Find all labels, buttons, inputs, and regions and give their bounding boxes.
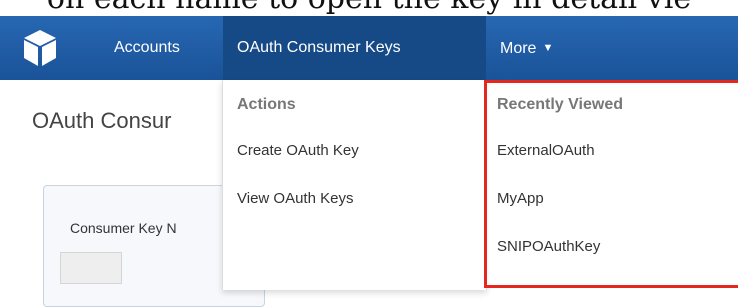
row-checkbox-cell bbox=[60, 252, 122, 284]
nav-accounts[interactable]: Accounts bbox=[100, 16, 194, 80]
instruction-caption: on each name to open the key in detail v… bbox=[0, 0, 738, 16]
recent-item-externaloauth[interactable]: ExternalOAuth bbox=[497, 142, 595, 159]
nav-oauth-consumer-keys[interactable]: OAuth Consumer Keys bbox=[223, 16, 486, 80]
nav-more[interactable]: More ▼ bbox=[486, 16, 567, 80]
menu-item-view-oauth-keys[interactable]: View OAuth Keys bbox=[237, 190, 353, 207]
caret-down-icon: ▼ bbox=[542, 42, 554, 54]
column-header-consumer-key[interactable]: Consumer Key N bbox=[70, 220, 177, 236]
recently-viewed-dropdown: Recently Viewed ExternalOAuth MyApp SNIP… bbox=[484, 80, 738, 288]
recent-item-snipoauthkey[interactable]: SNIPOAuthKey bbox=[497, 238, 600, 255]
recently-viewed-heading: Recently Viewed bbox=[497, 96, 623, 113]
page-title: OAuth Consur bbox=[32, 108, 172, 133]
recent-item-myapp[interactable]: MyApp bbox=[497, 190, 544, 207]
actions-heading: Actions bbox=[237, 96, 296, 113]
top-navbar: Accounts OAuth Consumer Keys More ▼ bbox=[0, 16, 738, 80]
cube-icon[interactable] bbox=[18, 26, 62, 70]
menu-item-create-oauth-key[interactable]: Create OAuth Key bbox=[237, 142, 359, 159]
nav-more-label: More bbox=[500, 40, 537, 57]
actions-dropdown: Actions Create OAuth Key View OAuth Keys bbox=[222, 80, 487, 290]
